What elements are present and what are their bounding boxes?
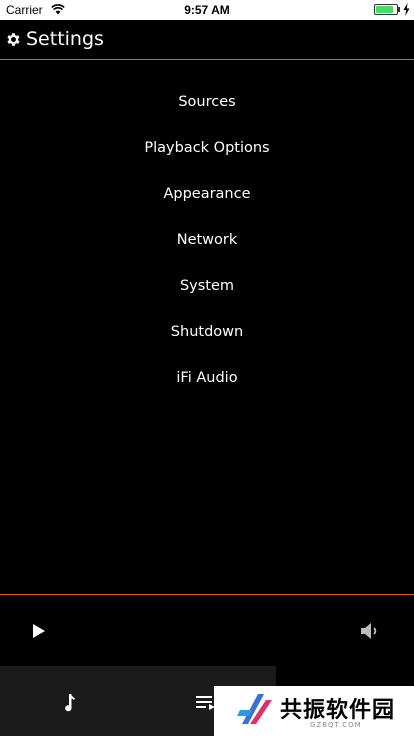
status-bar: Carrier 9:57 AM	[0, 0, 414, 20]
watermark-subtitle: GZBQT.COM	[310, 721, 362, 729]
watermark-title: 共振软件园	[280, 698, 396, 723]
menu-item-playback-options[interactable]: Playback Options	[0, 126, 414, 172]
settings-menu: Sources Playback Options Appearance Netw…	[0, 80, 414, 402]
player-bar	[0, 594, 414, 666]
menu-item-network[interactable]: Network	[0, 218, 414, 264]
page-title: Settings	[26, 28, 104, 50]
gear-icon	[7, 33, 20, 46]
status-time: 9:57 AM	[184, 3, 230, 17]
menu-item-ifi-audio[interactable]: iFi Audio	[0, 356, 414, 402]
menu-item-system[interactable]: System	[0, 264, 414, 310]
battery-icon	[374, 4, 398, 15]
battery-tip	[398, 7, 400, 12]
watermark: 共振软件园 GZBQT.COM	[214, 686, 414, 736]
charging-bolt-icon	[403, 3, 410, 16]
watermark-logo-icon	[237, 694, 272, 724]
menu-item-sources[interactable]: Sources	[0, 80, 414, 126]
music-note-icon[interactable]	[62, 694, 76, 712]
menu-item-shutdown[interactable]: Shutdown	[0, 310, 414, 356]
header-bar: Settings	[0, 20, 414, 60]
play-icon[interactable]	[32, 623, 46, 639]
menu-item-appearance[interactable]: Appearance	[0, 172, 414, 218]
volume-icon[interactable]	[360, 621, 380, 641]
